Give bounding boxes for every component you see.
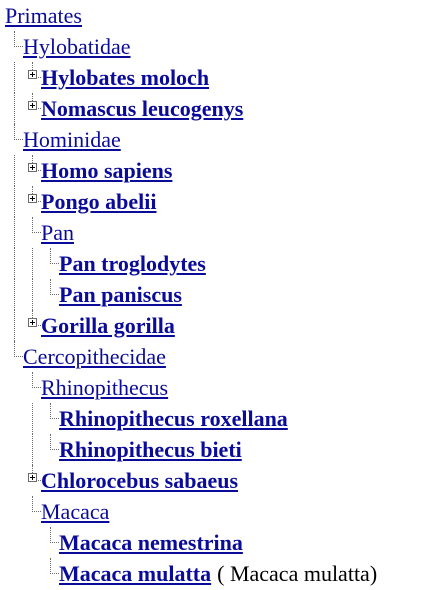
tree-row: Rhinopithecus (0, 372, 436, 403)
tree-guide-line (14, 155, 23, 186)
tree-row: Primates (0, 0, 436, 31)
tree-node-link-pan-troglodytes[interactable]: Pan troglodytes (59, 251, 206, 276)
tree-node-link-gorilla-gorilla[interactable]: Gorilla gorilla (41, 313, 175, 338)
tree-row: Pongo abelii (0, 186, 436, 217)
tree-elbow-line (50, 527, 59, 543)
tree-node-label: Pan paniscus (59, 279, 182, 310)
tree-node-link-macaca-mulatta[interactable]: Macaca mulatta (59, 561, 211, 586)
tree-guide-line (32, 434, 41, 465)
tree-node-link-macaca[interactable]: Macaca (41, 499, 109, 524)
tree-row: Rhinopithecus bieti (0, 434, 436, 465)
tree-row: Rhinopithecus roxellana (0, 403, 436, 434)
tree-row: Chlorocebus sabaeus (0, 465, 436, 496)
tree-node-label: Gorilla gorilla (41, 310, 175, 341)
tree-node-link-chlorocebus-sabaeus[interactable]: Chlorocebus sabaeus (41, 468, 238, 493)
tree-guide-line (32, 279, 41, 310)
tree-row: Pan (0, 217, 436, 248)
tree-guide-line (14, 93, 23, 124)
tree-node-link-primates[interactable]: Primates (5, 3, 82, 28)
tree-node-note: ( Macaca mulatta) (217, 561, 378, 586)
tree-node-link-hylobates-moloch[interactable]: Hylobates moloch (41, 65, 209, 90)
tree-elbow-line (14, 31, 23, 47)
tree-node-label: Macaca mulatta( Macaca mulatta) (59, 558, 377, 589)
tree-row: Macaca (0, 496, 436, 527)
tree-node-link-nomascus-leucogenys[interactable]: Nomascus leucogenys (41, 96, 243, 121)
tree-guide-line (14, 310, 23, 341)
tree-node-label: Primates (5, 0, 82, 31)
tree-elbow-line (50, 434, 59, 450)
tree-guide-line (32, 248, 41, 279)
tree-guide-line (14, 279, 23, 310)
taxonomy-tree: Primates Hylobatidae Hylobates moloch Nomas… (0, 0, 436, 590)
tree-node-link-hominidae[interactable]: Hominidae (23, 127, 121, 152)
tree-row: Gorilla gorilla (0, 310, 436, 341)
tree-node-label: Rhinopithecus (41, 372, 168, 403)
tree-node-label: Macaca (41, 496, 109, 527)
tree-elbow-line (50, 403, 59, 419)
plus-box-icon[interactable] (28, 101, 37, 110)
tree-elbow-line (14, 124, 23, 140)
tree-node-link-hylobatidae[interactable]: Hylobatidae (23, 34, 131, 59)
plus-box-icon[interactable] (28, 163, 37, 172)
tree-node-label: Nomascus leucogenys (41, 93, 243, 124)
tree-elbow-line (50, 279, 59, 295)
tree-node-label: Homo sapiens (41, 155, 172, 186)
tree-guide-line (14, 62, 23, 93)
tree-row: Pan troglodytes (0, 248, 436, 279)
tree-row: Hominidae (0, 124, 436, 155)
tree-row: Hylobates moloch (0, 62, 436, 93)
tree-node-label: Pan troglodytes (59, 248, 206, 279)
plus-box-icon[interactable] (28, 318, 37, 327)
tree-node-link-rhinopithecus-roxellana[interactable]: Rhinopithecus roxellana (59, 406, 288, 431)
tree-row: Hylobatidae (0, 31, 436, 62)
tree-guide-line (32, 403, 41, 434)
tree-guide-line (14, 248, 23, 279)
tree-elbow-line (32, 496, 41, 512)
tree-row: Macaca nemestrina (0, 527, 436, 558)
tree-node-link-pan-paniscus[interactable]: Pan paniscus (59, 282, 182, 307)
tree-node-label: Cercopithecidae (23, 341, 166, 372)
tree-node-link-rhinopithecus[interactable]: Rhinopithecus (41, 375, 168, 400)
tree-node-label: Macaca nemestrina (59, 527, 243, 558)
tree-elbow-line (14, 341, 23, 357)
tree-elbow-line (32, 217, 41, 233)
tree-node-link-cercopithecidae[interactable]: Cercopithecidae (23, 344, 166, 369)
tree-guide-line (14, 217, 23, 248)
tree-node-link-homo-sapiens[interactable]: Homo sapiens (41, 158, 172, 183)
tree-row: Cercopithecidae (0, 341, 436, 372)
tree-row: Nomascus leucogenys (0, 93, 436, 124)
plus-box-icon[interactable] (28, 473, 37, 482)
tree-node-link-macaca-nemestrina[interactable]: Macaca nemestrina (59, 530, 243, 555)
tree-node-link-pongo-abelii[interactable]: Pongo abelii (41, 189, 157, 214)
plus-box-icon[interactable] (28, 70, 37, 79)
tree-row: Pan paniscus (0, 279, 436, 310)
plus-box-icon[interactable] (28, 194, 37, 203)
tree-guide-line (14, 186, 23, 217)
tree-node-label: Pongo abelii (41, 186, 157, 217)
tree-node-label: Pan (41, 217, 74, 248)
tree-node-label: Hominidae (23, 124, 121, 155)
tree-row: Macaca mulatta( Macaca mulatta) (0, 558, 436, 589)
tree-node-label: Hylobates moloch (41, 62, 209, 93)
tree-row: Homo sapiens (0, 155, 436, 186)
tree-node-link-pan[interactable]: Pan (41, 220, 74, 245)
tree-node-label: Hylobatidae (23, 31, 131, 62)
tree-elbow-line (32, 372, 41, 388)
tree-node-label: Rhinopithecus roxellana (59, 403, 288, 434)
tree-node-label: Chlorocebus sabaeus (41, 465, 238, 496)
tree-elbow-line (50, 558, 59, 574)
tree-node-link-rhinopithecus-bieti[interactable]: Rhinopithecus bieti (59, 437, 242, 462)
tree-elbow-line (50, 248, 59, 264)
tree-node-label: Rhinopithecus bieti (59, 434, 242, 465)
